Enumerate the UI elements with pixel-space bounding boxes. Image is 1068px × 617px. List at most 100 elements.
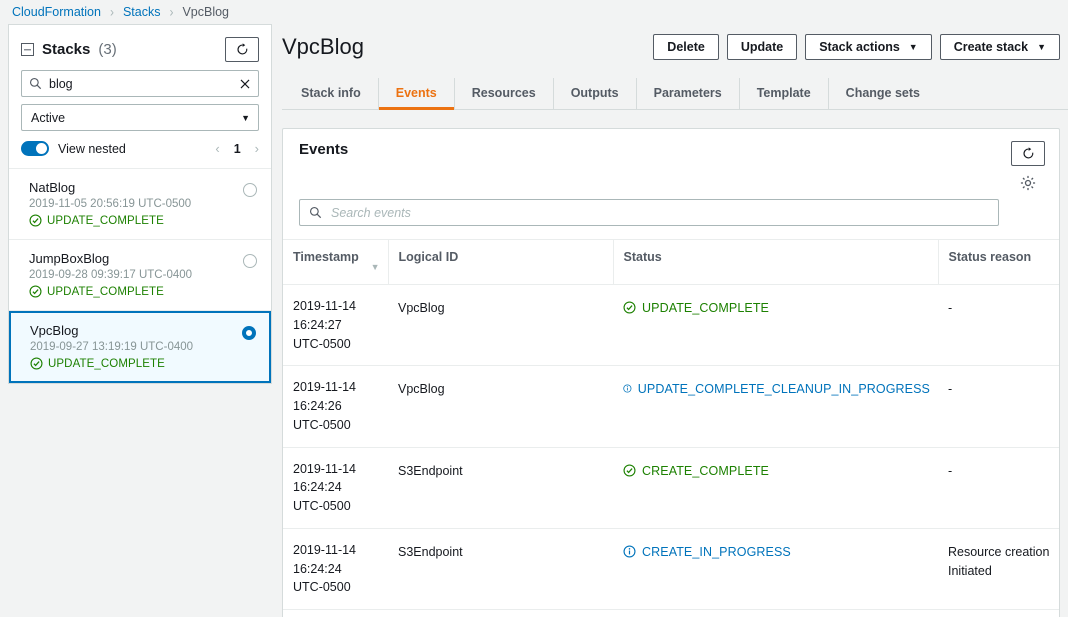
sidebar-refresh-button[interactable] — [225, 37, 259, 62]
cell-status: CREATE_IN_PROGRESS — [613, 528, 938, 611]
cell-logical-id: VpcBlog — [388, 365, 613, 448]
sidebar-title: Stacks — [42, 41, 91, 58]
stack-actions-button[interactable]: Stack actions ▼ — [805, 34, 932, 60]
check-circle-icon — [30, 357, 43, 370]
tab-parameters[interactable]: Parameters — [637, 78, 740, 109]
breadcrumb-separator: › — [169, 3, 174, 21]
cell-logical-id: S3Endpoint — [388, 447, 613, 529]
search-icon — [29, 77, 42, 90]
events-table-body: 2019-11-14 16:24:27 UTC-0500 VpcBlog UPD… — [283, 284, 1059, 617]
page-header: VpcBlog Delete Update Stack actions ▼ Cr… — [282, 24, 1068, 60]
column-header-status-reason[interactable]: Status reason — [938, 240, 1059, 285]
cell-timestamp: 2019-11-14 16:24:27 UTC-0500 — [283, 284, 388, 367]
info-circle-icon — [623, 384, 632, 393]
timestamp-time: 16:24:27 — [293, 317, 342, 332]
events-panel-header: Events — [283, 129, 1059, 191]
list-item[interactable]: JumpBoxBlog 2019-09-28 09:39:17 UTC-0400… — [9, 240, 271, 311]
toggle-switch[interactable] — [21, 141, 49, 156]
stack-select-radio[interactable] — [243, 254, 257, 268]
sidebar-pagination: ‹ 1 › — [215, 141, 259, 156]
timestamp-zone: UTC-0500 — [293, 580, 351, 595]
stack-item-body: NatBlog 2019-11-05 20:56:19 UTC-0500 UPD… — [29, 180, 191, 227]
stack-item-body: JumpBoxBlog 2019-09-28 09:39:17 UTC-0400… — [29, 251, 192, 298]
chevron-down-icon: ▼ — [1037, 42, 1046, 52]
stack-item-name: NatBlog — [29, 180, 76, 195]
stack-search-box[interactable] — [21, 70, 259, 97]
cell-timestamp: 2019-11-14 16:24:26 UTC-0500 — [283, 365, 388, 448]
column-header-timestamp[interactable]: Timestamp ▼ — [283, 240, 389, 285]
check-circle-icon — [29, 214, 42, 227]
stack-item-status-text: UPDATE_COMPLETE — [48, 357, 165, 370]
timestamp-date: 2019-11-14 — [293, 299, 357, 313]
stack-list: NatBlog 2019-11-05 20:56:19 UTC-0500 UPD… — [9, 168, 271, 383]
create-stack-button[interactable]: Create stack ▼ — [939, 34, 1060, 60]
cell-status-reason: Resource creation Initiated — [938, 528, 1059, 611]
tab-resources[interactable]: Resources — [455, 78, 554, 109]
page-shell: Stacks (3) blog Active ▼ View nested ‹ 1… — [0, 24, 1068, 617]
cell-status: CREATE_COMPLETE — [613, 447, 938, 529]
pagination-page-number: 1 — [233, 141, 241, 156]
timestamp-date: 2019-11-14 — [293, 542, 357, 557]
collapse-icon[interactable] — [21, 43, 34, 56]
gear-icon[interactable] — [1020, 175, 1036, 191]
view-nested-toggle[interactable]: View nested — [21, 141, 126, 156]
close-icon[interactable] — [239, 78, 251, 90]
column-header-logical-id[interactable]: Logical ID — [388, 240, 614, 285]
breadcrumb-item-stacks[interactable]: Stacks — [123, 5, 161, 19]
stacks-sidebar: Stacks (3) blog Active ▼ View nested ‹ 1… — [8, 24, 272, 384]
update-button[interactable]: Update — [726, 34, 798, 60]
page-title: VpcBlog — [282, 34, 364, 59]
events-panel-title: Events — [299, 141, 349, 158]
tab-stack-info[interactable]: Stack info — [284, 78, 379, 109]
pagination-next-button[interactable]: › — [255, 141, 259, 156]
delete-button[interactable]: Delete — [653, 34, 719, 60]
stack-search-input[interactable] — [49, 76, 232, 91]
status-text: CREATE_COMPLETE — [642, 463, 769, 478]
chevron-down-icon: ▼ — [908, 42, 918, 52]
info-circle-icon — [623, 545, 636, 558]
breadcrumb-separator: › — [109, 3, 114, 21]
stack-item-status: UPDATE_COMPLETE — [30, 357, 193, 370]
sort-descending-icon: ▼ — [370, 262, 380, 272]
column-header-timestamp-label: Timestamp — [293, 250, 359, 264]
check-circle-icon — [29, 285, 42, 298]
main-content: VpcBlog Delete Update Stack actions ▼ Cr… — [282, 24, 1068, 617]
cell-status: UPDATE_COMPLETE — [613, 284, 938, 367]
stack-select-radio-selected[interactable] — [242, 326, 256, 340]
stack-item-name: JumpBoxBlog — [29, 251, 110, 266]
events-table: Timestamp ▼ Logical ID Status Status rea… — [283, 240, 1059, 617]
cell-logical-id: S3Endpoint — [388, 528, 613, 611]
stack-item-date: 2019-11-05 20:56:19 UTC-0500 — [29, 198, 192, 210]
stack-item-date: 2019-09-27 13:19:19 UTC-0400 — [30, 341, 194, 353]
cell-status: CREATE_IN_PROGRESS — [613, 609, 938, 617]
events-search-input[interactable] — [331, 205, 989, 220]
breadcrumb-item-cloudformation[interactable]: CloudFormation — [12, 5, 101, 19]
tab-template[interactable]: Template — [740, 78, 829, 109]
cell-timestamp: 2019-11-14 16:24:24 UTC-0500 — [283, 447, 388, 529]
column-header-status[interactable]: Status — [613, 240, 939, 285]
cell-status-reason: - — [938, 447, 1059, 529]
table-row: 2019-11-14 16:24:24 UTC-0500 S3Endpoint — [283, 447, 1059, 529]
stack-item-date: 2019-09-28 09:39:17 UTC-0400 — [29, 269, 193, 281]
create-stack-button-label: Create stack — [953, 40, 1029, 54]
tab-events[interactable]: Events — [378, 78, 455, 110]
events-refresh-button[interactable] — [1011, 141, 1045, 166]
events-search-box[interactable] — [299, 199, 999, 226]
sidebar-header: Stacks (3) — [9, 25, 271, 70]
events-panel-controls — [1011, 141, 1045, 191]
header-actions: Delete Update Stack actions ▼ Create sta… — [653, 34, 1060, 60]
chevron-down-icon: ▼ — [241, 112, 250, 123]
breadcrumb-item-current: VpcBlog — [182, 5, 230, 19]
list-item[interactable]: NatBlog 2019-11-05 20:56:19 UTC-0500 UPD… — [9, 169, 271, 240]
events-panel: Events Search events Timestamp ▼ Logical… — [282, 128, 1060, 617]
list-item-selected[interactable]: VpcBlog 2019-09-27 13:19:19 UTC-0400 UPD… — [9, 311, 271, 383]
tab-change-sets[interactable]: Change sets — [829, 78, 937, 109]
pagination-prev-button[interactable]: ‹ — [215, 141, 219, 156]
tab-outputs[interactable]: Outputs — [554, 78, 637, 109]
stack-status-filter[interactable]: Active ▼ — [21, 104, 259, 131]
sidebar-filter-field: Active ▼ — [9, 104, 271, 138]
sidebar-search-field — [9, 70, 271, 104]
stack-select-radio[interactable] — [243, 183, 257, 197]
update-button-label: Update — [740, 40, 784, 54]
check-circle-icon — [623, 301, 636, 314]
